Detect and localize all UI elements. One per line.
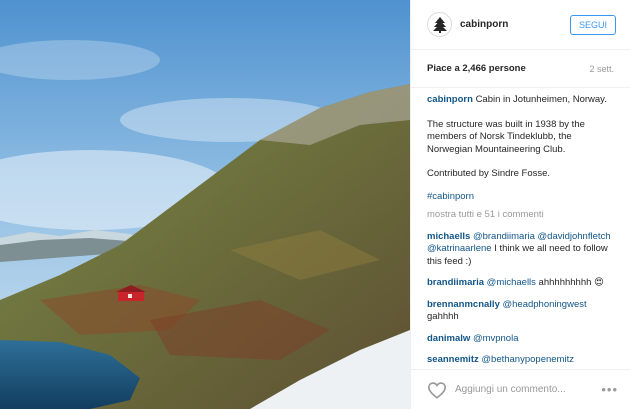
- comment-text: gahhhh: [427, 311, 459, 322]
- more-dots-icon[interactable]: •••: [601, 382, 618, 397]
- caption-text-2: The structure was built in 1938 by the m…: [427, 118, 585, 155]
- view-all-comments-link[interactable]: mostra tutti e 51 i commenti: [427, 209, 616, 222]
- comment-mention[interactable]: @katrinaarlene: [427, 243, 492, 254]
- comment-mention[interactable]: @brandiimaria: [473, 231, 535, 242]
- caption-text-1: Cabin in Jotunheimen, Norway.: [475, 94, 607, 105]
- comment-item: brandiimaria @michaells ahhhhhhhhh 😍: [427, 277, 616, 290]
- likes-count[interactable]: Piace a 2,466 persone: [427, 63, 526, 74]
- comment-mention[interactable]: @davidjohnfletch: [538, 231, 611, 242]
- comment-item: brennanmcnally @headphoningwest gahhhh: [427, 299, 616, 324]
- comment-username[interactable]: michaells: [427, 231, 470, 242]
- post-photo[interactable]: [0, 0, 410, 409]
- comment-username[interactable]: brandiimaria: [427, 277, 484, 288]
- post-sidebar: cabinporn SEGUI Piace a 2,466 persone 2 …: [410, 0, 630, 409]
- follow-button[interactable]: SEGUI: [569, 14, 616, 35]
- comment-username[interactable]: brennanmcnally: [427, 299, 500, 310]
- comments-list: cabinporn Cabin in Jotunheimen, Norway. …: [411, 88, 630, 369]
- comment-mention[interactable]: @headphoningwest: [503, 299, 587, 310]
- caption: cabinporn Cabin in Jotunheimen, Norway.: [427, 94, 616, 107]
- comment-text: ahhhhhhhhh 😍: [535, 277, 604, 288]
- comment-mention[interactable]: @michaells: [487, 277, 536, 288]
- comment-mention[interactable]: @mvpnola: [473, 333, 519, 344]
- header-username[interactable]: cabinporn: [460, 19, 570, 30]
- instagram-post: cabinporn SEGUI Piace a 2,466 persone 2 …: [0, 0, 630, 409]
- comment-item: danimalw @mvpnola: [427, 333, 616, 346]
- comment-username[interactable]: danimalw: [427, 333, 470, 344]
- comment-mention[interactable]: @bethanypopenemitz: [481, 354, 574, 365]
- post-time[interactable]: 2 sett.: [589, 64, 614, 74]
- caption-hashtag[interactable]: #cabinporn: [427, 191, 616, 204]
- caption-text-3: Contributed by Sindre Fosse.: [427, 168, 551, 179]
- comment-item: michaells @brandiimaria @davidjohnfletch…: [427, 231, 616, 269]
- post-meta: Piace a 2,466 persone 2 sett.: [411, 50, 630, 88]
- tree-logo-icon: [432, 16, 447, 33]
- caption-username[interactable]: cabinporn: [427, 94, 473, 105]
- comment-username[interactable]: seannemitz: [427, 354, 479, 365]
- heart-icon[interactable]: [427, 381, 447, 399]
- post-header: cabinporn SEGUI: [411, 0, 630, 50]
- comment-input[interactable]: Aggiungi un commento...: [455, 384, 601, 395]
- avatar[interactable]: [427, 12, 452, 37]
- comment-item: seannemitz @bethanypopenemitz: [427, 354, 616, 367]
- post-footer: Aggiungi un commento... •••: [411, 369, 630, 409]
- landscape-image: [0, 0, 410, 409]
